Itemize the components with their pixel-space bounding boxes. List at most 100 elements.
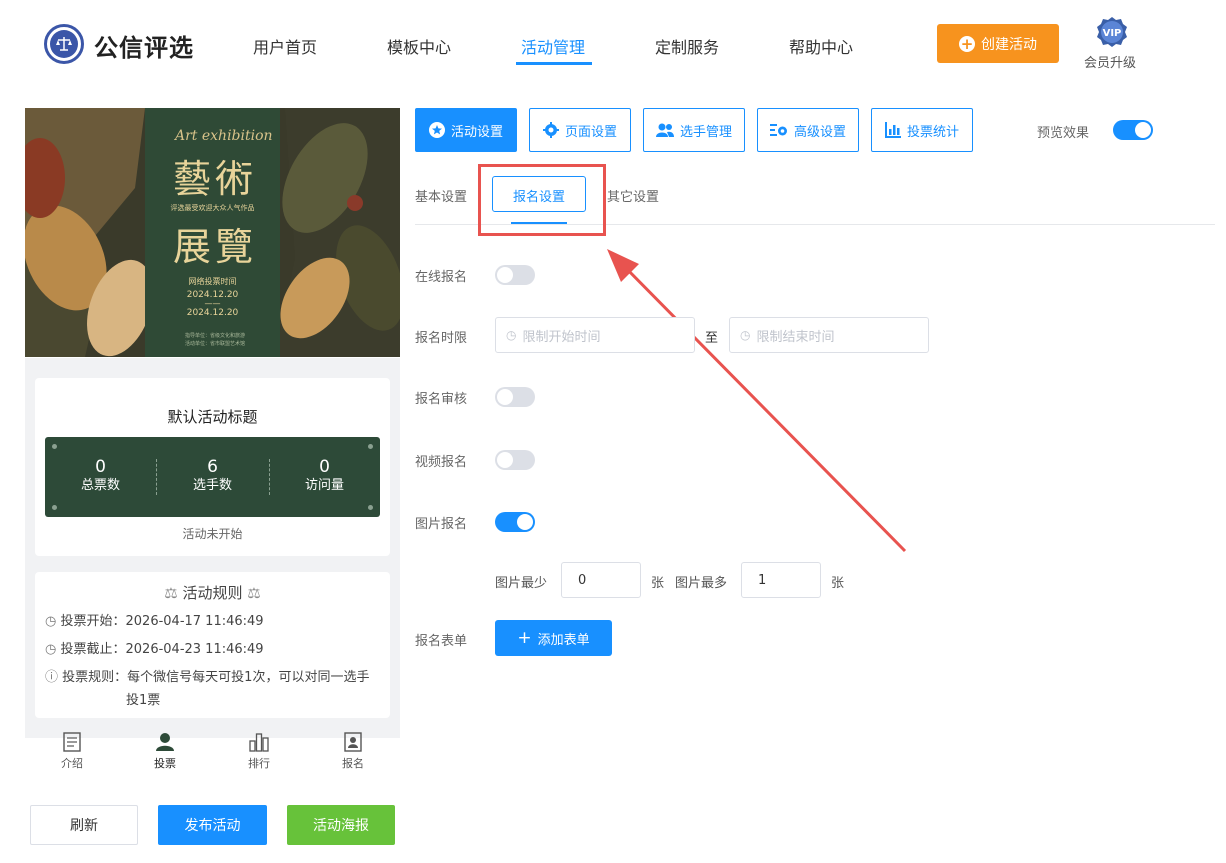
ranking-bars-icon bbox=[249, 733, 269, 752]
activity-status: 活动未开始 bbox=[182, 527, 243, 541]
tab-label: 选手管理 bbox=[679, 124, 732, 140]
settings-list-icon bbox=[769, 124, 787, 136]
bottom-nav-vote[interactable]: 投票 bbox=[135, 732, 195, 771]
subtab-other-settings[interactable]: 其它设置 bbox=[607, 186, 659, 205]
activity-title: 默认活动标题 bbox=[167, 408, 258, 426]
vip-upgrade-label[interactable]: 会员升级 bbox=[1084, 52, 1136, 71]
bottom-nav-label: 排行 bbox=[248, 757, 270, 770]
vip-badge-icon[interactable]: VIP bbox=[1096, 16, 1128, 48]
corner-dot bbox=[368, 444, 373, 449]
tab-contestant-management[interactable]: 选手管理 bbox=[643, 108, 745, 152]
rules-heading-row: ⚖ 活动规则 ⚖ bbox=[35, 582, 390, 603]
nav-custom-service[interactable]: 定制服务 bbox=[655, 34, 719, 58]
nav-user-home[interactable]: 用户首页 bbox=[253, 34, 317, 58]
user-icon bbox=[156, 733, 174, 751]
activity-poster: Art exhibition 藝術 评选最受欢迎大众人气作品 展覽 网络投票时间… bbox=[25, 108, 400, 357]
bottom-nav-intro[interactable]: 介绍 bbox=[42, 732, 102, 771]
signup-start-time-input[interactable]: ◷ 限制开始时间 bbox=[495, 317, 695, 353]
annotation-arrow bbox=[607, 249, 907, 553]
add-form-button[interactable]: + 添加表单 bbox=[495, 620, 612, 656]
clock-icon: ◷ bbox=[740, 328, 751, 342]
stat-label: 访问量 bbox=[304, 478, 344, 493]
brand-name[interactable]: 公信评选 bbox=[94, 28, 194, 63]
users-icon bbox=[655, 123, 674, 137]
rule-end-value: 2026-04-23 11:46:49 bbox=[125, 642, 264, 657]
online-signup-label: 在线报名 bbox=[415, 270, 468, 285]
nav-activity-management[interactable]: 活动管理 bbox=[521, 34, 585, 58]
create-activity-label: 创建活动 bbox=[981, 36, 1037, 53]
poster-note-2: 活动单位：省市联盟艺术馆 bbox=[185, 341, 246, 347]
corner-dot bbox=[52, 444, 57, 449]
image-max-unit: 张 bbox=[831, 576, 845, 591]
activity-poster-button[interactable]: 活动海报 bbox=[287, 805, 395, 845]
create-activity-button[interactable]: + 创建活动 bbox=[937, 24, 1059, 63]
poster-script-title: Art exhibition bbox=[175, 128, 273, 144]
publish-activity-button[interactable]: 发布活动 bbox=[158, 805, 267, 845]
tab-label: 投票统计 bbox=[906, 124, 959, 140]
clock-icon: ◷ bbox=[506, 328, 517, 342]
signup-end-time-input[interactable]: ◷ 限制结束时间 bbox=[729, 317, 929, 353]
signup-form-label: 报名表单 bbox=[415, 634, 468, 649]
signup-review-toggle[interactable] bbox=[495, 387, 535, 407]
bottom-nav-label: 报名 bbox=[342, 757, 364, 770]
rules-heading: 活动规则 bbox=[182, 584, 243, 602]
tab-page-settings[interactable]: 页面设置 bbox=[529, 108, 631, 152]
scale-icon bbox=[56, 37, 72, 51]
image-max-input[interactable]: 1 bbox=[741, 562, 821, 598]
tab-label: 高级设置 bbox=[793, 124, 846, 140]
refresh-button[interactable]: 刷新 bbox=[30, 805, 138, 845]
nav-active-indicator bbox=[516, 62, 592, 65]
image-min-input[interactable]: 0 bbox=[561, 562, 641, 598]
bar-chart-icon bbox=[884, 122, 901, 138]
clock-icon: ◷ bbox=[45, 642, 57, 657]
gavel-icon: ⚖ bbox=[164, 584, 178, 602]
stat-label: 总票数 bbox=[80, 478, 120, 493]
online-signup-toggle[interactable] bbox=[495, 265, 535, 285]
poster-vote-time-label: 网络投票时间 bbox=[188, 277, 237, 286]
clock-icon: ◷ bbox=[45, 614, 57, 629]
image-min-label: 图片最少 bbox=[495, 576, 548, 591]
time-range-separator: 至 bbox=[705, 331, 719, 346]
info-icon: ⓘ bbox=[45, 670, 59, 685]
tab-label: 活动设置 bbox=[450, 124, 503, 140]
poster-date-end: 2024.12.20 bbox=[186, 308, 239, 318]
svg-text:VIP: VIP bbox=[1103, 28, 1122, 39]
rule-end: ◷ 投票截止：2026-04-23 11:46:49 bbox=[45, 638, 264, 657]
tab-activity-settings[interactable]: 活动设置 bbox=[415, 108, 517, 152]
nav-help-center[interactable]: 帮助中心 bbox=[789, 34, 853, 58]
stat-label: 选手数 bbox=[192, 478, 232, 493]
tab-vote-statistics[interactable]: 投票统计 bbox=[871, 108, 973, 152]
tab-advanced-settings[interactable]: 高级设置 bbox=[757, 108, 859, 152]
nav-template-center[interactable]: 模板中心 bbox=[387, 34, 451, 58]
id-card-icon bbox=[344, 732, 362, 752]
brand-logo[interactable] bbox=[44, 24, 84, 64]
poster-subtitle: 评选最受欢迎大众人气作品 bbox=[170, 204, 255, 212]
rule-desc-text-1: 每个微信号每天可投1次，可以对同一选手 bbox=[127, 670, 370, 685]
signup-review-label: 报名审核 bbox=[415, 392, 468, 407]
gear-icon bbox=[542, 122, 559, 138]
bottom-nav-signup[interactable]: 报名 bbox=[323, 732, 383, 771]
video-signup-toggle[interactable] bbox=[495, 450, 535, 470]
image-signup-label: 图片报名 bbox=[415, 517, 468, 532]
video-signup-label: 视频报名 bbox=[415, 455, 468, 470]
add-form-label: 添加表单 bbox=[537, 632, 590, 648]
poster-date-separator: —— bbox=[204, 299, 221, 308]
rule-start-value: 2026-04-17 11:46:49 bbox=[125, 614, 264, 629]
rules-card: ⚖ 活动规则 ⚖ ◷ 投票开始：2026-04-17 11:46:49 ◷ 投票… bbox=[35, 572, 390, 718]
end-time-placeholder: 限制结束时间 bbox=[756, 329, 835, 345]
bottom-nav-label: 投票 bbox=[154, 757, 176, 770]
bottom-nav-label: 介绍 bbox=[61, 757, 83, 770]
star-circle-icon bbox=[428, 122, 445, 138]
rule-end-label: 投票截止： bbox=[60, 642, 126, 657]
stat-visits: 0 访问量 bbox=[269, 457, 380, 495]
image-max-label: 图片最多 bbox=[675, 576, 728, 591]
corner-dot bbox=[368, 505, 373, 510]
rule-desc-label: 投票规则： bbox=[62, 670, 128, 685]
preview-toggle[interactable] bbox=[1113, 120, 1153, 140]
subtab-basic-settings[interactable]: 基本设置 bbox=[415, 186, 467, 205]
poster-note-1: 指导单位：省级文化和旅游 bbox=[185, 333, 246, 339]
stat-value: 0 bbox=[319, 457, 330, 477]
image-signup-toggle[interactable] bbox=[495, 512, 535, 532]
start-time-placeholder: 限制开始时间 bbox=[522, 329, 601, 345]
bottom-nav-ranking[interactable]: 排行 bbox=[229, 732, 289, 771]
